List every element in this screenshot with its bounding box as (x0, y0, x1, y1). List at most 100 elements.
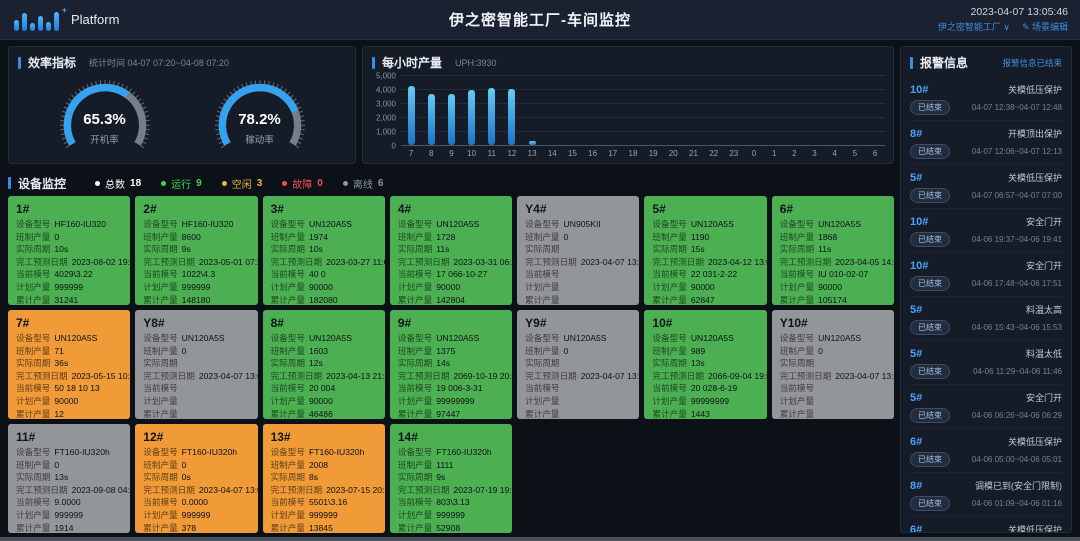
card-field-value: 99999999 (691, 395, 729, 408)
card-field-value: 2023-03-27 11:05 (326, 256, 385, 269)
device-card[interactable]: 12#设备型号FT160-IU320h班制产量0实际周期0s完工预测日期2023… (135, 424, 257, 533)
alarm-item[interactable]: 10#安全门开已结束04-06 19:37~04-06 19:41 (910, 209, 1062, 253)
alarm-item[interactable]: 5#安全门开已结束04-06 06:26~04-06 06:29 (910, 385, 1062, 429)
card-field-value: 2066-09-04 19:09 (708, 370, 767, 383)
device-card-row: 当前模号 (525, 268, 631, 281)
scene-edit-link[interactable]: ✎ 场景编辑 (1022, 20, 1068, 33)
device-card[interactable]: 9#设备型号UN120A5S班制产量1375实际周期14s完工预测日期2069-… (390, 310, 512, 419)
device-card[interactable]: Y9#设备型号UN120A5S班制产量0实际周期完工预测日期2023-04-07… (517, 310, 639, 419)
card-field-label: 班制产量 (525, 231, 559, 244)
alarm-device-id: 10# (910, 84, 928, 96)
card-field-value: 999999 (54, 509, 83, 522)
device-card[interactable]: 11#设备型号FT160-IU320h班制产量0实际周期13s完工预测日期202… (8, 424, 130, 533)
card-field-value: 378 (182, 522, 196, 533)
alarm-title: 关模低压保护 (1008, 523, 1062, 533)
device-card[interactable]: 7#设备型号UN120A5S班制产量71实际周期36s完工预测日期2023-05… (8, 310, 130, 419)
card-field-label: 设备型号 (780, 332, 814, 345)
x-tick-label: 7 (401, 149, 421, 158)
card-field-label: 计划产量 (398, 395, 432, 408)
card-field-label: 设备型号 (652, 332, 686, 345)
device-card-row: 计划产量90000 (271, 281, 377, 294)
y-tick-label: 0 (392, 142, 396, 151)
card-field-value: 0 (182, 345, 187, 358)
device-card[interactable]: 8#设备型号UN120A5S班制产量1603实际周期12s完工预测日期2023-… (263, 310, 385, 419)
device-card-row: 计划产量999999 (398, 509, 504, 522)
card-field-value: HF160-IU320 (182, 218, 234, 231)
card-field-value: 11s (436, 243, 449, 256)
card-field-label: 完工预测日期 (652, 256, 704, 269)
card-field-value: 8s (309, 471, 318, 484)
chart-bar (448, 94, 455, 145)
device-card-row: 实际周期 (525, 357, 631, 370)
device-card-row: 计划产量99999999 (398, 395, 504, 408)
card-field-label: 设备型号 (398, 218, 432, 231)
alarm-item[interactable]: 10#安全门开已结束04-06 17:48~04-06 17:51 (910, 253, 1062, 297)
device-card-row: 实际周期36s (16, 357, 122, 370)
card-field-value: 13845 (309, 522, 333, 533)
legend-item-运行: 运行9 (161, 176, 202, 191)
legend-count: 18 (130, 178, 141, 189)
device-card[interactable]: Y10#设备型号UN120A5S班制产量0实际周期完工预测日期2023-04-0… (772, 310, 894, 419)
device-card-row: 计划产量90000 (780, 281, 886, 294)
alarm-item[interactable]: 10#关模低压保护已结束04-07 12:38~04-07 12:48 (910, 77, 1062, 121)
device-card-row: 当前模号0.0000 (143, 496, 249, 509)
alarm-item-row2: 已结束04-06 15:43~04-06 15:53 (910, 320, 1062, 335)
card-field-value: 90000 (309, 281, 333, 294)
alarm-filter-link[interactable]: 报警信息已结束 (1002, 57, 1062, 69)
alarm-title: 调模已到(安全门限制) (975, 479, 1062, 492)
device-card[interactable]: Y8#设备型号UN120A5S班制产量0实际周期完工预测日期2023-04-07… (135, 310, 257, 419)
card-field-value: 36s (54, 357, 68, 370)
card-field-label: 完工预测日期 (780, 256, 832, 269)
x-tick-label: 5 (845, 149, 865, 158)
page-title: 伊之密智能工厂-车间监控 (0, 9, 1080, 30)
card-field-value: UN120A5S (818, 218, 861, 231)
card-field-label: 计划产量 (143, 395, 177, 408)
device-card-row: 设备型号FT160-IU320h (271, 446, 377, 459)
alarm-item[interactable]: 6#关模低压保护已结束04-06 00:23~04-06 00:24 (910, 517, 1062, 533)
device-card[interactable]: 3#设备型号UN120A5S班制产量1974实际周期10s完工预测日期2023-… (263, 196, 385, 305)
device-card-row: 计划产量 (525, 281, 631, 294)
device-card[interactable]: 5#设备型号UN120A5S班制产量1190实际周期15s完工预测日期2023-… (644, 196, 766, 305)
card-field-value: UN120A5S (309, 218, 352, 231)
y-tick-label: 1,000 (376, 128, 396, 137)
device-card[interactable]: 13#设备型号FT160-IU320h班制产量2008实际周期8s完工预测日期2… (263, 424, 385, 533)
device-card-row: 累计产量148180 (143, 294, 249, 305)
device-card-row: 累计产量31241 (16, 294, 122, 305)
legend-item-故障: 故障0 (282, 176, 323, 191)
alarm-panel: 报警信息 报警信息已结束 10#关模低压保护已结束04-07 12:38~04-… (900, 46, 1072, 533)
device-card[interactable]: 2#设备型号HF160-IU320班制产量8600实际周期9s完工预测日期202… (135, 196, 257, 305)
card-field-value: 31241 (54, 294, 78, 305)
card-field-value: 0 (182, 459, 187, 472)
x-tick-label: 4 (825, 149, 845, 158)
card-field-label: 计划产量 (780, 281, 814, 294)
device-card[interactable]: Y4#设备型号UN905KII班制产量0实际周期完工预测日期2023-04-07… (517, 196, 639, 305)
device-card[interactable]: 4#设备型号UN120A5S班制产量1728实际周期11s完工预测日期2023-… (390, 196, 512, 305)
chart-bar-slot: 21 (683, 75, 703, 145)
chart-bar (468, 90, 475, 145)
device-card-row: 当前模号22 031-2-22 (652, 268, 758, 281)
card-field-value: 19 006-3-31 (436, 382, 482, 395)
alarm-item[interactable]: 6#关模低压保护已结束04-06 05:00~04-06 05:01 (910, 429, 1062, 473)
device-card[interactable]: 6#设备型号UN120A5S班制产量1868实际周期11s完工预测日期2023-… (772, 196, 894, 305)
card-field-label: 设备型号 (652, 218, 686, 231)
factory-selector[interactable]: 伊之密智能工厂 ∨ (938, 20, 1010, 33)
legend-count: 0 (317, 178, 323, 189)
alarm-item[interactable]: 8#开模顶出保护已结束04-07 12:06~04-07 12:13 (910, 121, 1062, 165)
alarm-item[interactable]: 5#料温太高已结束04-06 15:43~04-06 15:53 (910, 297, 1062, 341)
device-card[interactable]: 1#设备型号HF160-IU320班制产量0实际周期10s完工预测日期2023-… (8, 196, 130, 305)
card-field-value: FT160-IU320h (54, 446, 109, 459)
alarm-item[interactable]: 5#料温太低已结束04-06 11:29~04-06 11:46 (910, 341, 1062, 385)
alarm-item[interactable]: 5#关模低压保护已结束04-07 06:57~04-07 07:00 (910, 165, 1062, 209)
device-card[interactable]: 10#设备型号UN120A5S班制产量989实际周期13s完工预测日期2066-… (644, 310, 766, 419)
logo-bar (14, 20, 19, 31)
chart-bar (488, 88, 495, 145)
alarm-title: 料温太低 (1026, 347, 1062, 360)
device-card-title: 1# (16, 202, 122, 216)
device-card[interactable]: 14#设备型号FT160-IU320h班制产量1111实际周期9s完工预测日期2… (390, 424, 512, 533)
alarm-title: 开模顶出保护 (1008, 127, 1062, 140)
device-card-row: 实际周期14s (398, 357, 504, 370)
alarm-item[interactable]: 8#调模已到(安全门限制)已结束04-06 01:09~04-06 01:16 (910, 473, 1062, 517)
device-card-title: 12# (143, 430, 249, 444)
x-tick-label: 12 (502, 149, 522, 158)
card-field-label: 实际周期 (271, 243, 305, 256)
